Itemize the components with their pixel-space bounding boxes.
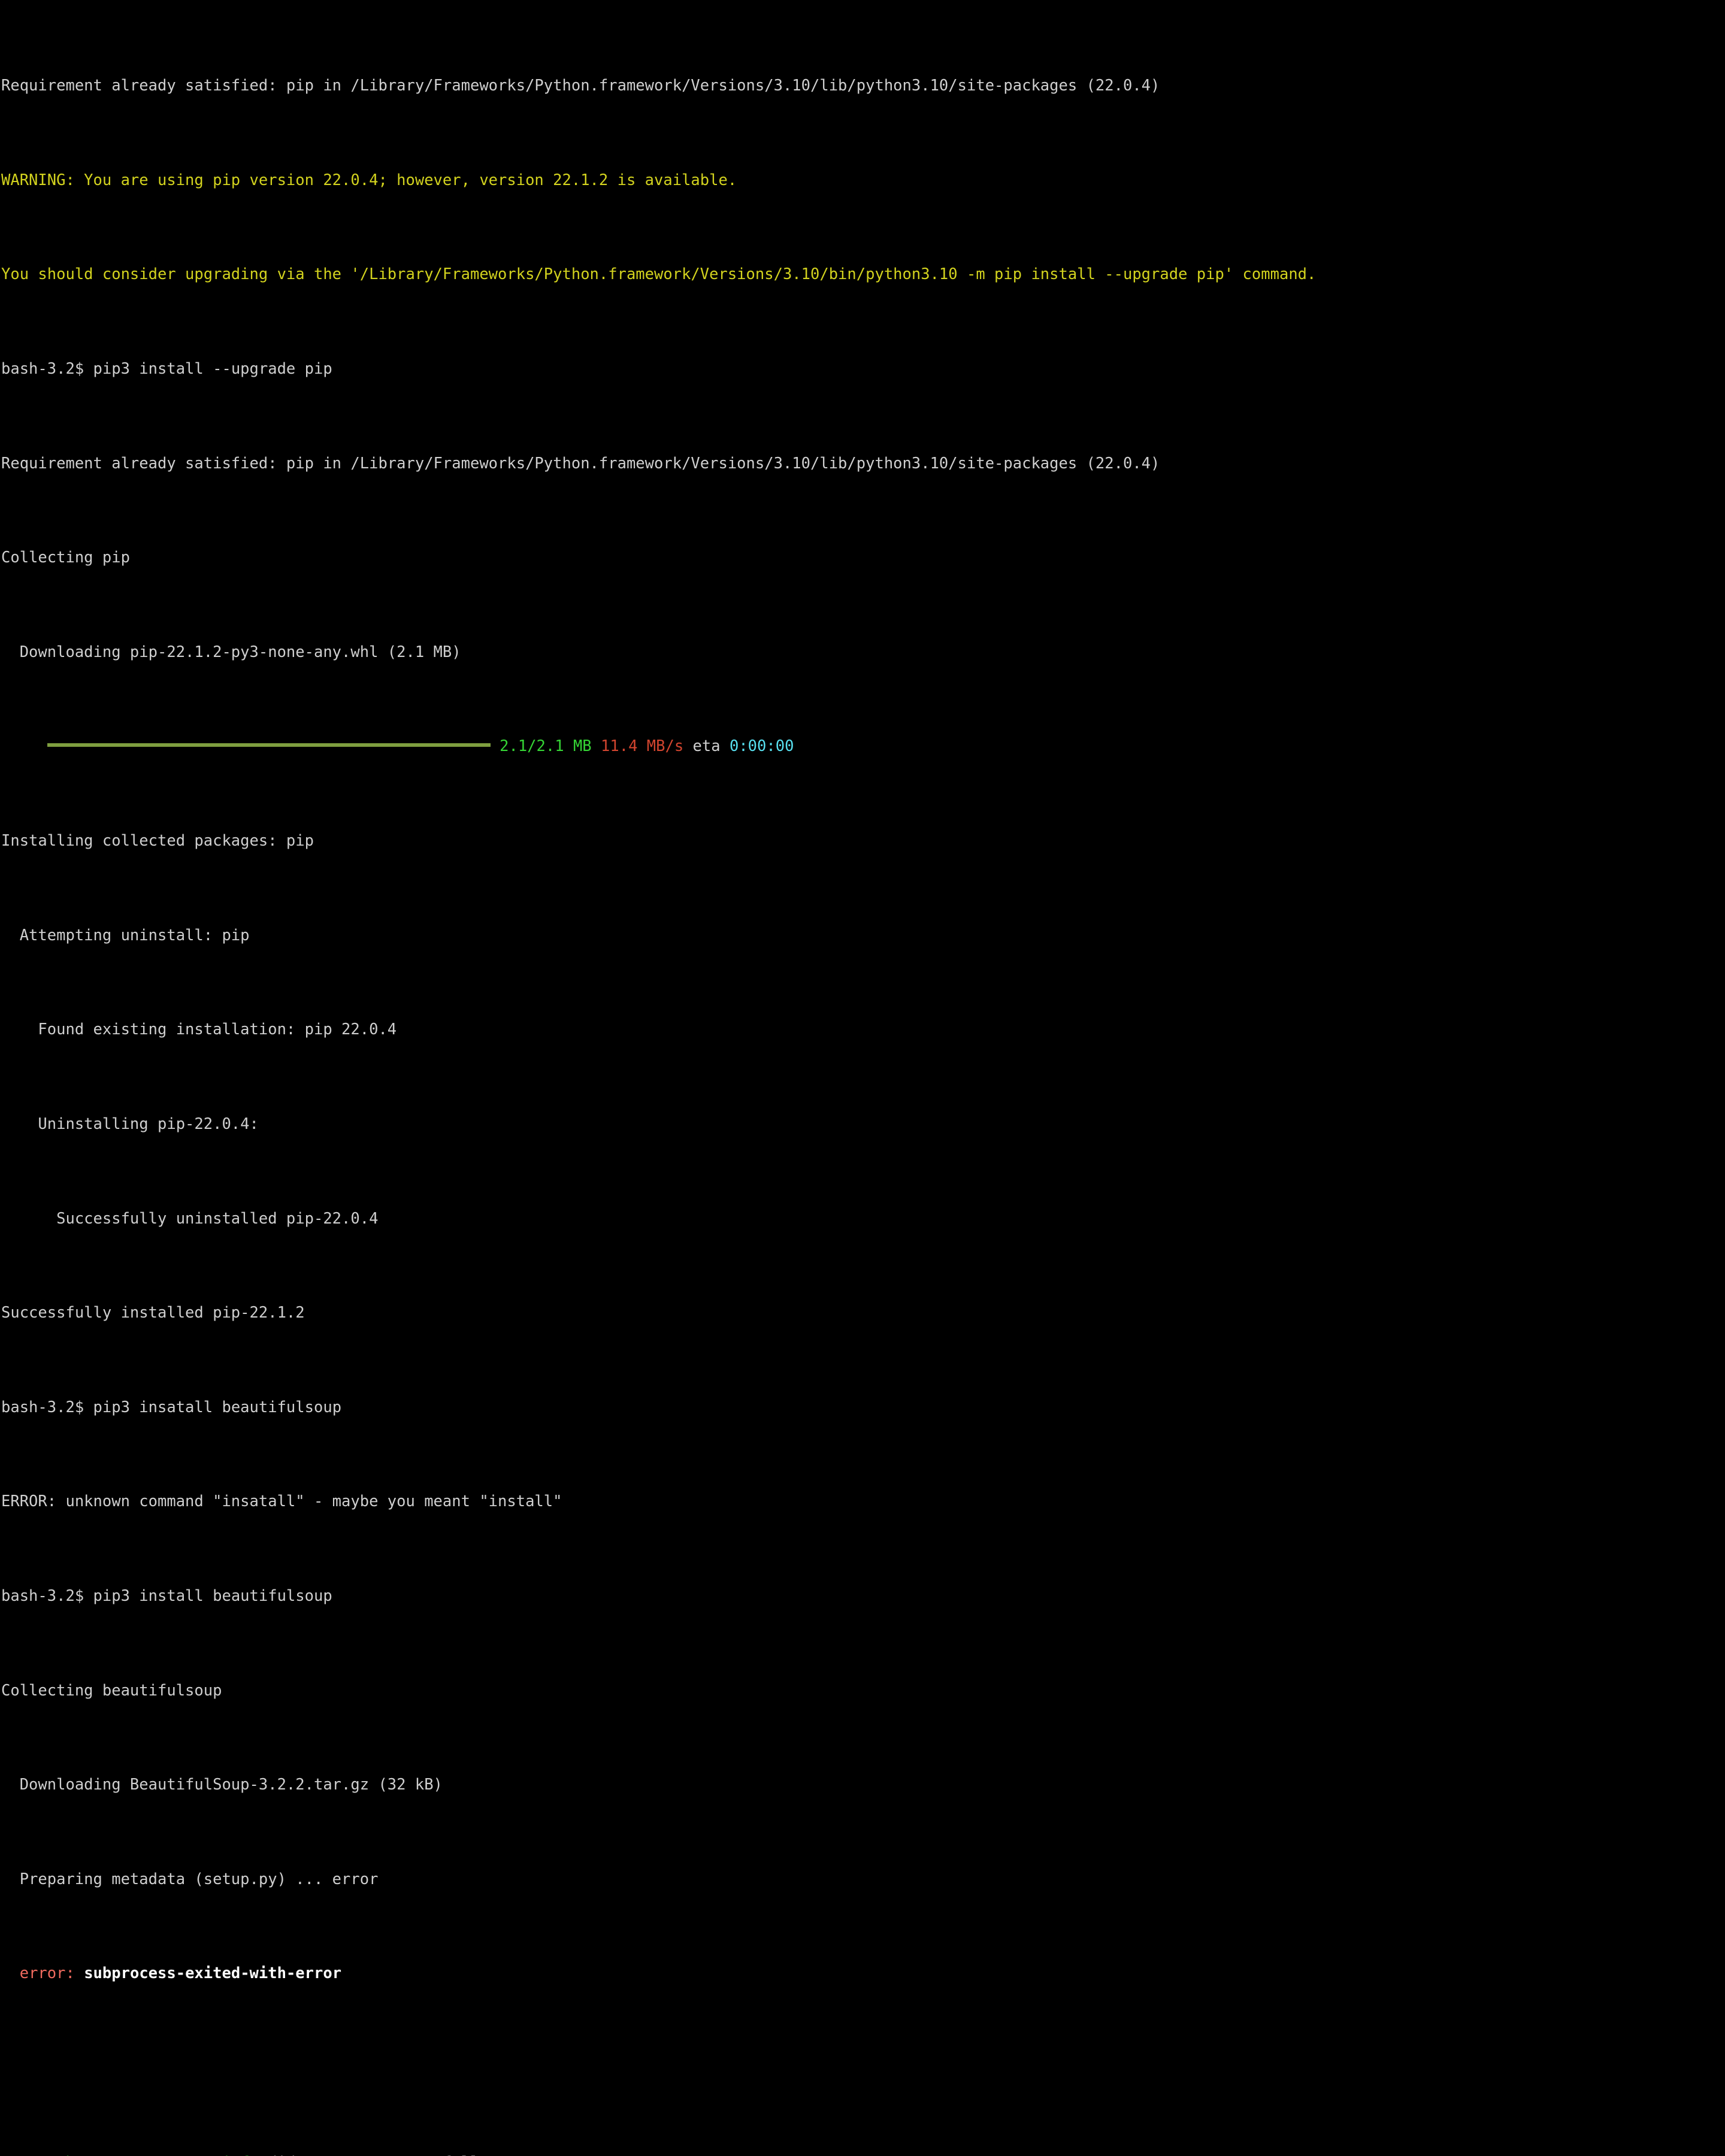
failed-command-suffix: did not run successfully. (268, 2154, 498, 2156)
output-text: Uninstalling pip-22.0.4: (1, 1115, 259, 1133)
error-code: subprocess-exited-with-error (84, 1964, 342, 1983)
output-text: Collecting pip (1, 549, 130, 567)
warning-text: WARNING: You are using pip version 22.0.… (1, 171, 737, 189)
output-text: Successfully installed pip-22.1.2 (1, 1304, 305, 1322)
download-progress-line: 2.1/2.1 MB 11.4 MB/s eta 0:00:00 (0, 735, 1725, 758)
command-text: pip3 install --upgrade pip (93, 360, 332, 378)
output-line: Installing collected packages: pip (0, 829, 1725, 853)
download-size: 2.1/2.1 MB (500, 737, 592, 756)
failed-command: python setup.py egg_info (38, 2154, 258, 2156)
output-text: Successfully uninstalled pip-22.0.4 (1, 1209, 379, 1228)
output-text: Installing collected packages: pip (1, 832, 314, 850)
warning-text: You should consider upgrading via the '/… (1, 265, 1317, 284)
output-line: Preparing metadata (setup.py) ... error (0, 1868, 1725, 1891)
progress-indent (1, 737, 47, 755)
cross-icon: × (20, 2154, 29, 2156)
output-text: Downloading BeautifulSoup-3.2.2.tar.gz (… (1, 1776, 443, 1794)
error-text: ERROR: unknown command "insatall" - mayb… (1, 1492, 562, 1511)
output-line: Collecting beautifulsoup (0, 1679, 1725, 1703)
command-line: bash-3.2$ pip3 install beautifulsoup (0, 1585, 1725, 1608)
output-text: Attempting uninstall: pip (1, 926, 250, 944)
warning-line: WARNING: You are using pip version 22.0.… (0, 169, 1725, 192)
download-speed: 11.4 MB/s (601, 737, 684, 756)
output-text: Collecting beautifulsoup (1, 1681, 222, 1700)
output-line: Downloading pip-22.1.2-py3-none-any.whl … (0, 641, 1725, 664)
output-line: Requirement already satisfied: pip in /L… (0, 452, 1725, 476)
eta-value: 0:00:00 (729, 737, 794, 756)
output-line: Successfully uninstalled pip-22.0.4 (0, 1207, 1725, 1231)
error-detail-line: × python setup.py egg_info did not run s… (0, 2151, 1725, 2156)
command-line: bash-3.2$ pip3 install --upgrade pip (0, 358, 1725, 381)
error-line: ERROR: unknown command "insatall" - mayb… (0, 1490, 1725, 1513)
command-text: pip3 insatall beautifulsoup (93, 1398, 342, 1416)
command-text: pip3 install beautifulsoup (93, 1586, 332, 1605)
output-line: Collecting pip (0, 546, 1725, 570)
shell-prompt: bash-3.2$ (1, 360, 84, 378)
output-line: Found existing installation: pip 22.0.4 (0, 1018, 1725, 1041)
output-text: Requirement already satisfied: pip in /L… (1, 77, 1160, 95)
progress-bar (47, 733, 491, 756)
eta-label: eta (692, 737, 721, 756)
output-line: Downloading BeautifulSoup-3.2.2.tar.gz (… (0, 1773, 1725, 1797)
output-text: Found existing installation: pip 22.0.4 (1, 1021, 397, 1039)
output-text: Requirement already satisfied: pip in /L… (1, 454, 1160, 473)
output-line: Uninstalling pip-22.0.4: (0, 1113, 1725, 1136)
output-text: Preparing metadata (setup.py) ... error (1, 1870, 379, 1888)
shell-prompt: bash-3.2$ (1, 1586, 84, 1605)
terminal-window[interactable]: Requirement already satisfied: pip in /L… (0, 0, 1725, 2156)
output-line: Successfully installed pip-22.1.2 (0, 1301, 1725, 1325)
output-line: Requirement already satisfied: pip in /L… (0, 74, 1725, 98)
shell-prompt: bash-3.2$ (1, 1398, 84, 1416)
output-text: Downloading pip-22.1.2-py3-none-any.whl … (1, 643, 461, 661)
error-summary-line: error: subprocess-exited-with-error (0, 1962, 1725, 1985)
warning-line: You should consider upgrading via the '/… (0, 263, 1725, 286)
command-line: bash-3.2$ pip3 insatall beautifulsoup (0, 1396, 1725, 1419)
output-line: Attempting uninstall: pip (0, 924, 1725, 947)
error-label: error: (19, 1964, 75, 1983)
